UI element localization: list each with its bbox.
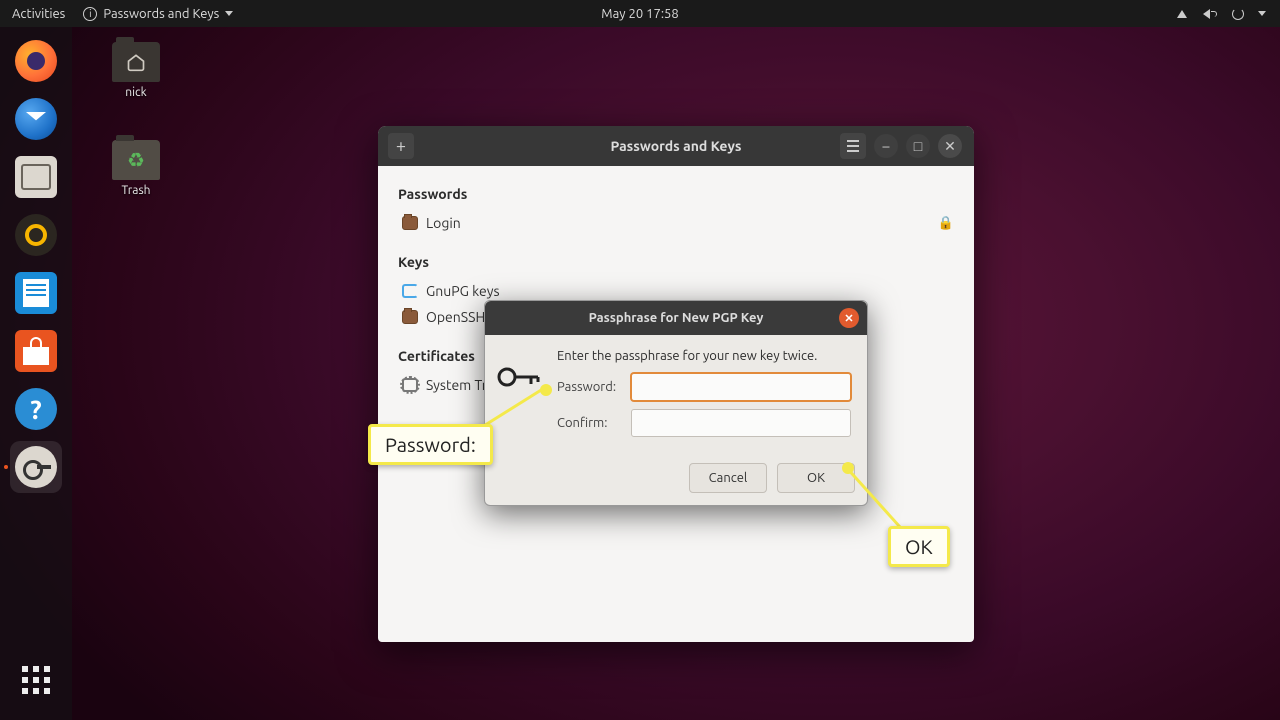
dock: ? [0, 27, 72, 720]
dialog-body: Enter the passphrase for your new key tw… [485, 335, 867, 459]
annotation-ok-callout: OK [888, 526, 950, 567]
volume-icon[interactable] [1202, 7, 1218, 21]
writer-icon [15, 272, 57, 314]
desktop-home-label: nick [96, 86, 176, 99]
cancel-button[interactable]: Cancel [689, 463, 767, 493]
dialog-header: Passphrase for New PGP Key ✕ [485, 301, 867, 335]
dialog-title: Passphrase for New PGP Key [589, 311, 764, 325]
files-icon [15, 156, 57, 198]
login-item-label: Login [426, 215, 461, 231]
passphrase-dialog: Passphrase for New PGP Key ✕ Enter the p… [484, 300, 868, 506]
power-icon[interactable] [1230, 7, 1246, 21]
key-icon [402, 284, 418, 298]
seahorse-icon [15, 446, 57, 488]
desktop-trash-label: Trash [96, 184, 176, 197]
login-keyring-item[interactable]: Login 🔒 [398, 210, 954, 236]
chevron-down-icon [225, 11, 233, 16]
show-applications[interactable] [10, 654, 62, 706]
annotation-password-callout: Password: [368, 424, 493, 465]
gear-icon [402, 378, 418, 392]
app-menu-label: Passwords and Keys [103, 7, 219, 21]
desktop-home-folder[interactable]: nick [96, 42, 176, 99]
music-icon [15, 214, 57, 256]
apps-grid-icon [22, 666, 50, 694]
dock-passwords-keys[interactable] [10, 441, 62, 493]
passwords-section-header: Passwords [398, 186, 954, 202]
minimize-button[interactable]: – [874, 134, 898, 158]
dialog-message: Enter the passphrase for your new key tw… [557, 349, 851, 363]
folder-icon [402, 216, 418, 230]
annotation-dot [842, 462, 854, 474]
confirm-row: Confirm: [557, 409, 851, 437]
thunderbird-icon [15, 98, 57, 140]
software-icon [15, 330, 57, 372]
password-input[interactable] [631, 373, 851, 401]
hamburger-menu-button[interactable] [840, 133, 866, 159]
maximize-button[interactable]: □ [906, 134, 930, 158]
confirm-input[interactable] [631, 409, 851, 437]
keys-section-header: Keys [398, 254, 954, 270]
app-menu[interactable]: i Passwords and Keys [83, 7, 233, 21]
folder-icon [402, 310, 418, 324]
dock-firefox[interactable] [10, 35, 62, 87]
dialog-key-icon [496, 362, 542, 392]
dialog-close-button[interactable]: ✕ [839, 308, 859, 328]
dock-rhythmbox[interactable] [10, 209, 62, 261]
window-header: + Passwords and Keys – □ ✕ [378, 126, 974, 166]
clock[interactable]: May 20 17:58 [601, 7, 678, 21]
desktop-trash[interactable]: Trash [96, 140, 176, 197]
top-bar: Activities i Passwords and Keys May 20 1… [0, 0, 1280, 27]
trash-icon [112, 140, 160, 180]
lock-icon: 🔒 [938, 216, 954, 231]
dock-thunderbird[interactable] [10, 93, 62, 145]
dock-help[interactable]: ? [10, 383, 62, 435]
dialog-buttons: Cancel OK [485, 459, 867, 505]
home-folder-icon [112, 42, 160, 82]
firefox-icon [15, 40, 57, 82]
annotation-dot [540, 384, 552, 396]
dock-software[interactable] [10, 325, 62, 377]
confirm-label: Confirm: [557, 416, 631, 430]
help-icon: ? [15, 388, 57, 430]
password-label: Password: [557, 380, 631, 394]
close-button[interactable]: ✕ [938, 134, 962, 158]
activities-button[interactable]: Activities [12, 7, 65, 21]
system-menu-chevron-icon[interactable] [1258, 11, 1266, 16]
gnupg-item-label: GnuPG keys [426, 283, 500, 299]
hamburger-icon [847, 140, 859, 152]
password-row: Password: [557, 373, 851, 401]
dock-files[interactable] [10, 151, 62, 203]
network-icon[interactable] [1174, 7, 1190, 21]
app-info-icon: i [83, 7, 97, 21]
dock-writer[interactable] [10, 267, 62, 319]
